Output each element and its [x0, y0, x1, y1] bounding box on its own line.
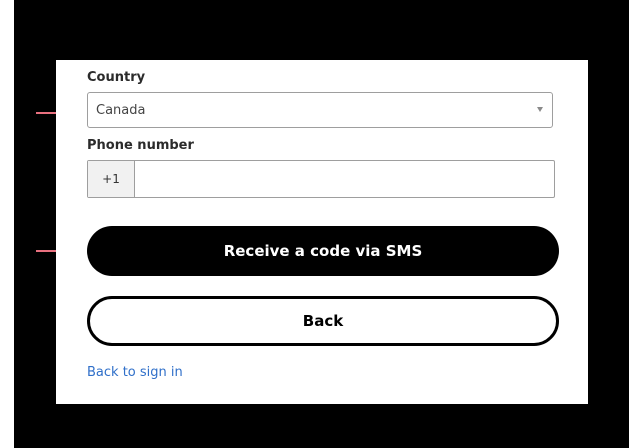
country-selected-value: Canada [96, 102, 146, 118]
country-select[interactable]: Canada [87, 92, 553, 128]
country-code-prefix: +1 [88, 161, 135, 197]
country-label: Country [87, 70, 146, 85]
sms-verification-form: Country Canada Phone number +1 Receive a… [56, 60, 588, 404]
back-to-sign-in-link[interactable]: Back to sign in [87, 365, 183, 380]
receive-code-sms-button[interactable]: Receive a code via SMS [87, 226, 559, 276]
phone-number-label: Phone number [87, 138, 194, 153]
phone-number-group: +1 [87, 160, 555, 198]
chevron-down-icon [537, 107, 543, 112]
back-button[interactable]: Back [87, 296, 559, 346]
phone-number-input[interactable] [135, 161, 554, 197]
